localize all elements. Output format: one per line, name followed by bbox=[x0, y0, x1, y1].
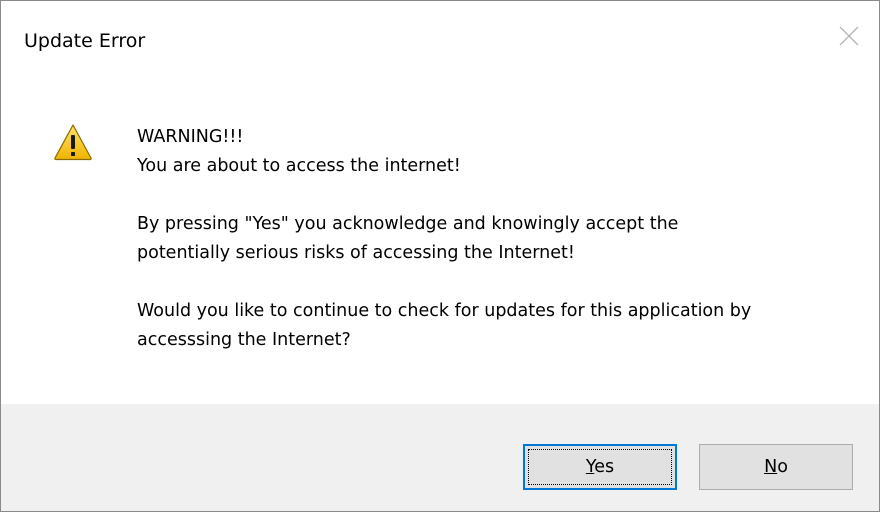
no-accelerator: N bbox=[764, 457, 778, 477]
no-button[interactable]: No bbox=[699, 444, 853, 490]
yes-label-rest: es bbox=[594, 457, 615, 477]
close-button[interactable] bbox=[823, 1, 879, 79]
warning-icon bbox=[54, 124, 92, 161]
yes-button[interactable]: Yes bbox=[523, 444, 677, 490]
yes-button-label: Yes bbox=[586, 457, 614, 477]
button-bar: Yes No bbox=[1, 404, 879, 511]
message-line-acknowledge: By pressing "Yes" you acknowledge and kn… bbox=[137, 214, 679, 234]
message-line-risks: potentially serious risks of accessing t… bbox=[137, 243, 575, 263]
no-button-label: No bbox=[764, 457, 788, 477]
close-icon bbox=[839, 26, 859, 46]
dialog-content: WARNING!!! You are about to access the i… bbox=[1, 79, 879, 404]
message-line-warning: WARNING!!! bbox=[137, 127, 244, 147]
message-line-question: Would you like to continue to check for … bbox=[137, 301, 752, 321]
message-line-access: You are about to access the internet! bbox=[137, 156, 461, 176]
message-line-question-end: accesssing the Internet? bbox=[137, 330, 351, 350]
window-title: Update Error bbox=[24, 30, 146, 52]
message-dialog: Update Error WARNING!!! You are about to… bbox=[0, 0, 880, 512]
no-label-rest: o bbox=[777, 457, 788, 477]
title-bar[interactable]: Update Error bbox=[1, 1, 879, 79]
message-text: WARNING!!! You are about to access the i… bbox=[137, 123, 837, 355]
yes-accelerator: Y bbox=[585, 457, 595, 477]
